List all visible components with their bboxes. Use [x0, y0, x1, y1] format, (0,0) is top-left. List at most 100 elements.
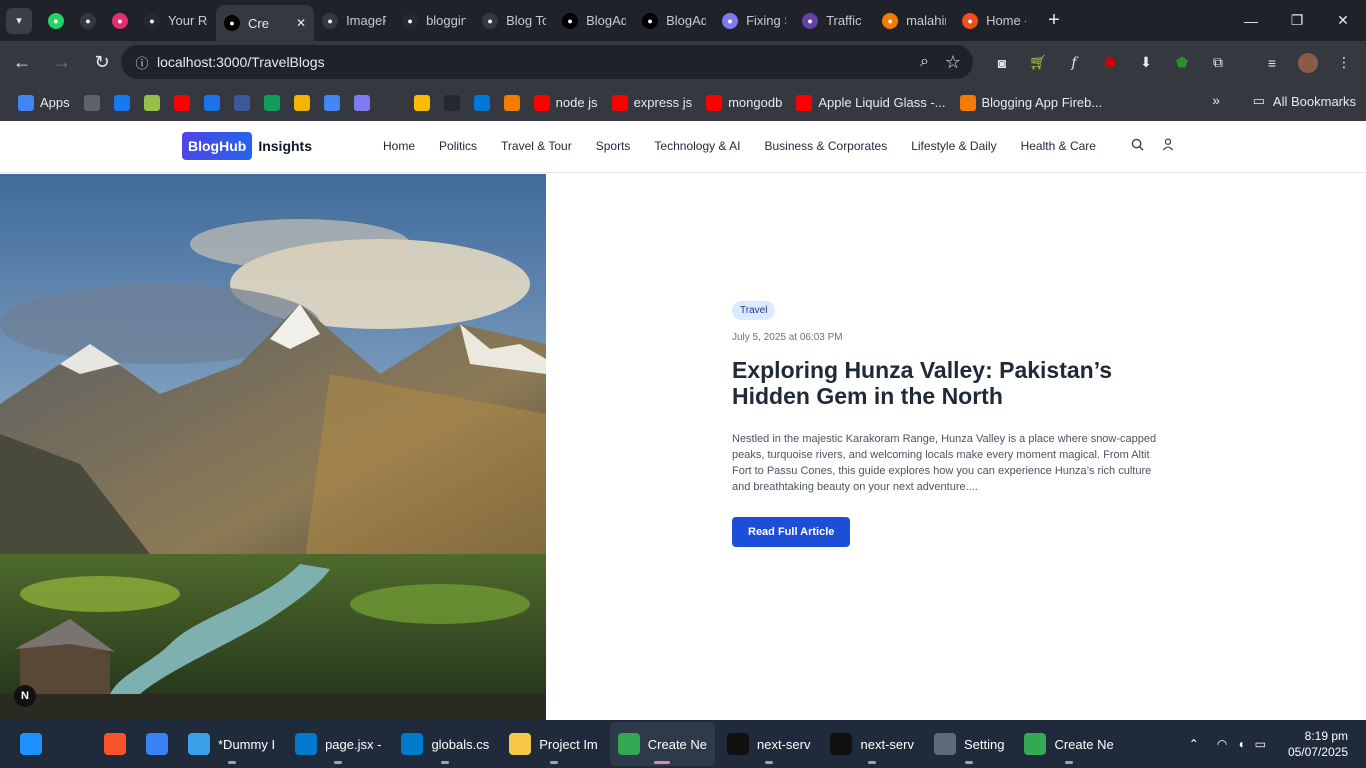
browser-tab[interactable]: ● Fixing S	[714, 5, 794, 37]
battery-icon[interactable]: ▭	[1255, 737, 1266, 751]
nav-link[interactable]: Business & Corporates	[764, 139, 887, 153]
clock[interactable]: 8:19 pm 05/07/2025	[1288, 728, 1348, 760]
reload-button[interactable]: ↻	[84, 45, 120, 81]
bookmark-item[interactable]	[503, 94, 520, 111]
minimize-button[interactable]: —	[1228, 0, 1274, 41]
browser-tab[interactable]: ●	[40, 5, 72, 37]
bookmark-item[interactable]	[323, 94, 340, 111]
tab-search-button[interactable]: ▾	[6, 7, 32, 34]
bookmark-item[interactable]	[143, 94, 160, 111]
system-tray: ⌃ ◠ ◖ ▭ 8:19 pm 05/07/2025	[1189, 720, 1366, 768]
taskbar-item[interactable]	[96, 722, 134, 766]
tray-overflow-icon[interactable]: ⌃	[1189, 737, 1199, 751]
bookmark-item[interactable]	[353, 94, 370, 111]
browser-tab[interactable]: ●	[72, 5, 104, 37]
taskbar-item[interactable]	[138, 722, 176, 766]
close-window-button[interactable]: ✕	[1320, 0, 1366, 41]
address-bar[interactable]: ⓘ localhost:3000/TravelBlogs ⌕ ☆	[121, 45, 973, 79]
taskbar-item[interactable]: Create Ne	[1016, 722, 1121, 766]
browser-tab[interactable]: ● BlogAd	[634, 5, 714, 37]
browser-tab[interactable]: ● malahin	[874, 5, 954, 37]
maximize-button[interactable]: ❐	[1274, 0, 1320, 41]
bookmark-item[interactable]	[263, 94, 280, 111]
read-full-article-button[interactable]: Read Full Article	[732, 517, 851, 547]
browser-tab[interactable]: ● Cre ✕	[216, 5, 315, 41]
bookmark-item[interactable]	[113, 94, 130, 111]
category-tag[interactable]: Travel	[732, 301, 776, 320]
download-extension-icon[interactable]: ⬇	[1128, 45, 1164, 81]
nav-link[interactable]: Technology & AI	[654, 139, 740, 153]
bookmark-item[interactable]: Apple Liquid Glass -...	[796, 94, 946, 111]
user-icon[interactable]	[1162, 138, 1174, 156]
browser-tab[interactable]: ● BlogAd	[554, 5, 634, 37]
nav-link[interactable]: Sports	[596, 139, 631, 153]
bookmark-item[interactable]	[203, 94, 220, 111]
nav-link[interactable]: Politics	[439, 139, 477, 153]
taskbar-item[interactable]: next-serv	[822, 722, 921, 766]
bookmark-item[interactable]	[413, 94, 430, 111]
url-text[interactable]: localhost:3000/TravelBlogs	[157, 54, 325, 70]
browser-tab[interactable]: ● Blog To	[474, 5, 554, 37]
extensions-puzzle-icon[interactable]: ⧉	[1200, 45, 1236, 81]
taskbar-item[interactable]	[12, 722, 50, 766]
bookmark-item[interactable]	[233, 94, 250, 111]
browser-tab[interactable]: ● Your Re	[136, 5, 216, 37]
profile-avatar[interactable]	[1290, 45, 1326, 81]
nav-link[interactable]: Home	[383, 139, 415, 153]
browser-menu-icon[interactable]: ⋮	[1326, 45, 1362, 81]
volume-icon[interactable]: ◖	[1237, 737, 1244, 751]
close-tab-icon[interactable]: ✕	[296, 16, 306, 30]
bookmark-item[interactable]: express js	[611, 94, 692, 111]
search-icon[interactable]	[1131, 138, 1144, 156]
bookmark-item[interactable]	[383, 94, 400, 111]
green-extension-icon[interactable]: ⬟	[1164, 45, 1200, 81]
browser-tab[interactable]: ● Home -	[954, 5, 1034, 37]
bookmark-item[interactable]: mongodb	[706, 94, 782, 111]
running-indicator	[654, 761, 671, 764]
browser-tab[interactable]: ● bloggin	[394, 5, 474, 37]
site-info-icon[interactable]: ⓘ	[127, 53, 157, 72]
back-button[interactable]: ←	[4, 45, 40, 81]
bookmark-item[interactable]: Apps	[18, 94, 70, 111]
github-icon: ●	[144, 12, 160, 29]
taskbar-item[interactable]	[54, 722, 92, 766]
fonts-extension-icon[interactable]: f	[1056, 45, 1092, 81]
forward-button[interactable]: →	[44, 45, 80, 81]
nav-link[interactable]: Travel & Tour	[501, 139, 572, 153]
bookmark-item[interactable]	[473, 94, 490, 111]
running-indicator	[868, 761, 877, 764]
taskbar-item[interactable]: Project Im	[501, 722, 606, 766]
nav-link[interactable]: Health & Care	[1021, 139, 1096, 153]
cart-extension-icon[interactable]: 🛒︎	[1020, 45, 1056, 81]
camera-extension-icon[interactable]: ◙	[984, 45, 1020, 81]
all-bookmarks-button[interactable]: ▭ All Bookmarks	[1253, 93, 1356, 109]
taskbar-item[interactable]: *Dummy I	[180, 722, 283, 766]
ublock-extension-icon[interactable]: ⬢	[1092, 45, 1128, 81]
bookmark-item[interactable]	[173, 94, 190, 111]
bookmarks-overflow-icon[interactable]: »	[1212, 92, 1220, 108]
bookmark-item[interactable]: Blogging App Fireb...	[959, 94, 1102, 111]
bookmark-item[interactable]	[443, 94, 460, 111]
browser-tab[interactable]: ● Traffic R	[794, 5, 874, 37]
bookmark-item[interactable]	[293, 94, 310, 111]
taskbar-item[interactable]: Setting	[926, 722, 1012, 766]
taskbar-item[interactable]: Create Ne	[609, 722, 716, 766]
bookmark-item[interactable]	[83, 94, 100, 111]
zoom-icon[interactable]: ⌕	[920, 53, 929, 71]
bookmark-item[interactable]: node js	[533, 94, 598, 111]
taskbar-item[interactable]: globals.cs	[393, 722, 497, 766]
site-logo[interactable]: BlogHub Insights	[182, 132, 312, 160]
vscode-icon	[401, 733, 424, 755]
wifi-icon	[203, 94, 220, 111]
new-tab-button[interactable]: +	[1048, 9, 1060, 32]
browser-tab[interactable]: ●	[104, 5, 136, 37]
wifi-icon[interactable]: ◠	[1217, 737, 1227, 751]
nextjs-dev-badge[interactable]: N	[14, 685, 36, 707]
taskbar-item[interactable]: next-serv	[719, 722, 818, 766]
taskbar-item[interactable]: page.jsx -	[287, 722, 389, 766]
bookmark-star-icon[interactable]: ☆	[945, 52, 961, 73]
nav-link[interactable]: Lifestyle & Daily	[911, 139, 996, 153]
vscode-icon: ●	[722, 12, 739, 29]
browser-tab[interactable]: ● ImageF	[314, 5, 394, 37]
media-control-icon[interactable]: ≡	[1254, 45, 1290, 81]
